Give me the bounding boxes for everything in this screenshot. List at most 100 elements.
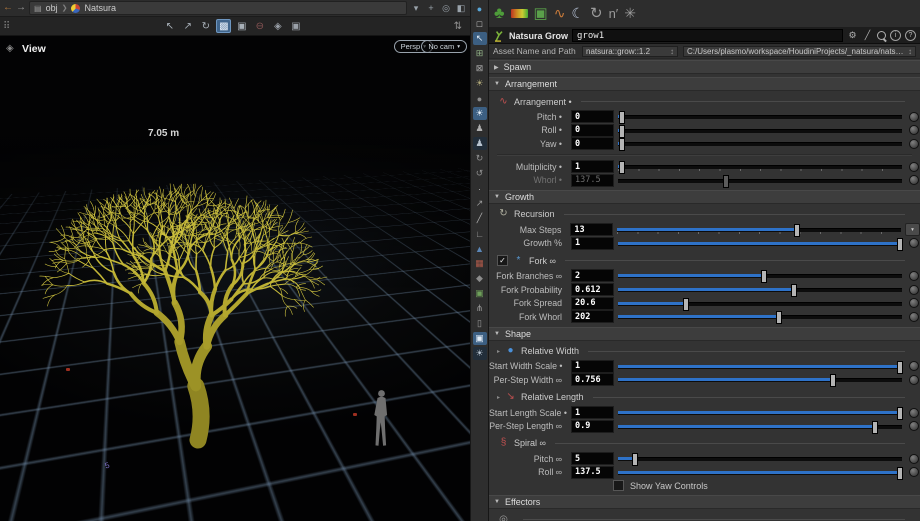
gear-flower-shelf-icon[interactable]: ✳ — [624, 6, 636, 21]
param-menu-button[interactable] — [909, 375, 919, 385]
value-field[interactable]: 5 — [571, 452, 614, 465]
select-arrow-icon[interactable]: ↖ — [473, 32, 487, 45]
view-region-icon[interactable]: ▣ — [234, 19, 249, 33]
headlight-icon[interactable]: ☀ — [473, 107, 487, 120]
section-header-growth[interactable]: ▼Growth — [489, 190, 920, 204]
figure-icon[interactable]: ♟ — [473, 122, 487, 135]
sort-icon[interactable]: ⇅ — [454, 21, 462, 32]
disable-snap-icon[interactable]: ⊖ — [252, 19, 267, 33]
param-menu-button[interactable] — [909, 285, 919, 295]
expand-arrow-icon[interactable]: ▸ — [497, 348, 500, 355]
breadcrumb-node[interactable]: Natsura — [84, 3, 116, 13]
gear-menu-icon[interactable]: ⚙ — [847, 30, 858, 41]
param-menu-button[interactable] — [909, 271, 919, 281]
section-header-arrangement[interactable]: ▼Arrangement — [489, 77, 920, 91]
slider[interactable] — [618, 297, 902, 310]
value-field[interactable]: 0 — [571, 110, 614, 123]
moon-shelf-icon[interactable]: ☾ — [571, 6, 584, 21]
image-plane-icon[interactable]: ▣ — [473, 287, 487, 300]
link-dot-icon[interactable]: ● — [473, 2, 487, 15]
slider[interactable] — [618, 420, 902, 433]
slider[interactable] — [618, 269, 902, 282]
blue-triangle-icon[interactable]: ▲ — [473, 242, 487, 255]
breadcrumb-context[interactable]: obj — [46, 3, 58, 13]
param-menu-button[interactable] — [909, 112, 919, 122]
value-field[interactable]: 2 — [571, 269, 614, 282]
slider-handle[interactable] — [897, 238, 903, 251]
value-field[interactable]: 1 — [571, 406, 614, 419]
node-name-input[interactable]: grow1 — [572, 29, 843, 42]
search-icon[interactable] — [877, 31, 886, 40]
slider[interactable] — [618, 160, 902, 173]
param-menu-button[interactable] — [909, 454, 919, 464]
back-arrow-icon[interactable]: ← — [3, 3, 13, 13]
camera-select-button[interactable]: No cam▾ — [421, 40, 467, 53]
slider-handle[interactable] — [872, 421, 878, 434]
slider-handle[interactable] — [619, 125, 625, 138]
brush-icon[interactable]: ╱ — [862, 30, 873, 41]
pen-icon[interactable]: ╱ — [473, 212, 487, 225]
curve-shelf-icon[interactable]: ∿ — [554, 6, 566, 21]
expand-arrow-icon[interactable]: ▸ — [497, 394, 500, 401]
slider-handle[interactable] — [897, 407, 903, 420]
arrow-diag-icon[interactable]: ↗ — [473, 197, 487, 210]
param-menu-button[interactable] — [909, 312, 919, 322]
capsule-icon[interactable]: ▯ — [473, 317, 487, 330]
ghost-objects-icon[interactable]: ◈ — [270, 19, 285, 33]
slider-handle[interactable] — [683, 298, 689, 311]
value-field[interactable]: 137.5 — [571, 174, 614, 187]
stepper-icon[interactable]: ↕ — [908, 47, 912, 56]
slider[interactable] — [618, 406, 902, 419]
pin-icon[interactable]: + — [425, 3, 437, 13]
slider[interactable] — [618, 466, 902, 479]
param-menu-button[interactable] — [909, 139, 919, 149]
value-field[interactable]: 20.6 — [571, 297, 614, 310]
value-field[interactable]: 0.612 — [571, 283, 614, 296]
slider-handle[interactable] — [619, 138, 625, 151]
section-header-shape[interactable]: ▼Shape — [489, 327, 920, 341]
slider[interactable] — [618, 360, 902, 373]
checker-icon[interactable]: ▦ — [473, 257, 487, 270]
param-menu-button[interactable] — [909, 238, 919, 248]
show-yaw-controls-checkbox[interactable] — [613, 480, 624, 491]
slider[interactable] — [618, 452, 902, 465]
slider[interactable] — [618, 174, 902, 187]
param-dropdown-button[interactable]: ▾ — [905, 223, 920, 236]
corner-ruler-icon[interactable]: ∟ — [473, 227, 487, 240]
n-node-shelf-icon[interactable]: n′ — [609, 6, 619, 21]
slider-handle[interactable] — [619, 161, 625, 174]
snapshot-blue-icon[interactable]: ▣ — [473, 332, 487, 345]
value-field[interactable]: 137.5 — [571, 466, 614, 479]
cube-icon[interactable]: ◧ — [455, 3, 467, 14]
path-dropdown-icon[interactable]: ▾ — [410, 3, 422, 14]
param-menu-button[interactable] — [909, 467, 919, 477]
stepper-icon[interactable]: ↕ — [670, 47, 674, 56]
reload-shelf-icon[interactable]: ↻ — [590, 6, 603, 21]
value-field[interactable]: 1 — [571, 237, 614, 250]
value-field[interactable]: 1 — [571, 160, 614, 173]
pane-square-icon[interactable]: □ — [473, 17, 487, 30]
param-menu-button[interactable] — [909, 421, 919, 431]
view-tool-icon[interactable]: ↻ — [198, 19, 213, 33]
value-field[interactable]: 13 — [570, 223, 613, 236]
slider[interactable] — [618, 283, 902, 296]
select-objects-tool-icon[interactable]: ↖ — [162, 19, 177, 33]
rotate-cw-icon[interactable]: ↻ — [473, 152, 487, 165]
breadcrumb[interactable]: ▤ obj ❯ Natsura — [29, 1, 407, 15]
lightbulb-icon[interactable]: ☀ — [473, 77, 487, 90]
slider-handle[interactable] — [897, 361, 903, 374]
param-menu-button[interactable] — [909, 361, 919, 371]
slider[interactable] — [618, 110, 902, 123]
value-field[interactable]: 0.9 — [571, 420, 614, 433]
rotate-ccw-icon[interactable]: ↺ — [473, 167, 487, 180]
value-field[interactable]: 1 — [571, 360, 614, 373]
param-menu-button[interactable] — [909, 175, 919, 185]
wirebox-shelf-icon[interactable]: ▣ — [534, 6, 548, 21]
param-menu-button[interactable] — [909, 408, 919, 418]
lock-icon[interactable]: ⊠ — [473, 62, 487, 75]
gradient-shelf-icon[interactable] — [511, 9, 528, 18]
diamond-icon[interactable]: ◆ — [473, 272, 487, 285]
slider-handle[interactable] — [619, 111, 625, 124]
param-menu-button[interactable] — [909, 162, 919, 172]
info-icon[interactable]: i — [890, 30, 901, 41]
